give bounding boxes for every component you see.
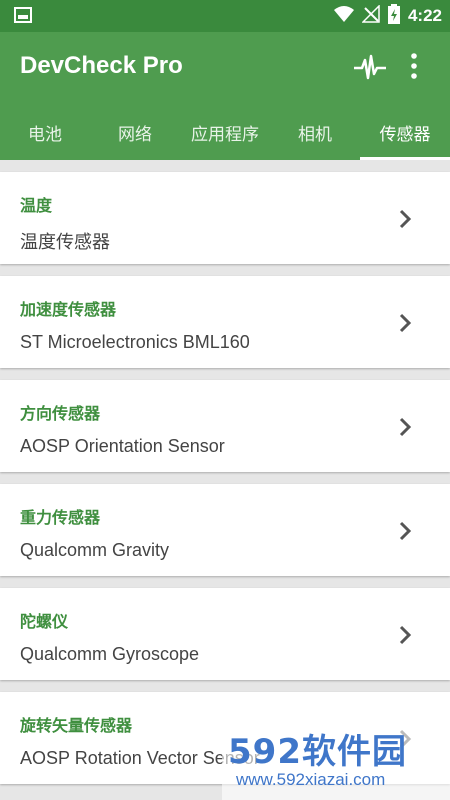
- chevron-right-icon: [398, 416, 412, 442]
- sensor-label: 重力传感器: [20, 508, 101, 527]
- sensor-card-accelerometer[interactable]: 加速度传感器 ST Microelectronics BML160: [0, 276, 450, 368]
- more-vert-icon[interactable]: [410, 52, 418, 84]
- sensor-value: ST Microelectronics BML160: [20, 332, 250, 352]
- sensor-card-gravity[interactable]: 重力传感器 Qualcomm Gravity: [0, 484, 450, 576]
- battery-charging-icon: [387, 4, 400, 28]
- tab-camera[interactable]: 相机: [270, 104, 360, 160]
- sensor-value: AOSP Orientation Sensor: [20, 436, 225, 456]
- sensor-card-gyroscope[interactable]: 陀螺仪 Qualcomm Gyroscope: [0, 588, 450, 680]
- sensor-list: 温度 温度传感器 加速度传感器 ST Microelectronics BML1…: [0, 160, 450, 784]
- chevron-right-icon: [398, 208, 412, 234]
- tab-bar: 电池 网络 应用程序 相机 传感器: [0, 104, 450, 160]
- sensor-card-orientation[interactable]: 方向传感器 AOSP Orientation Sensor: [0, 380, 450, 472]
- status-bar: 4:22: [0, 0, 450, 32]
- sensor-label: 加速度传感器: [20, 300, 117, 319]
- sensor-value: 温度传感器: [20, 232, 110, 252]
- status-time: 4:22: [407, 6, 442, 25]
- tab-battery[interactable]: 电池: [0, 104, 90, 160]
- wifi-icon: [333, 5, 354, 27]
- sensor-label: 旋转矢量传感器: [20, 716, 133, 735]
- tab-network[interactable]: 网络: [90, 104, 180, 160]
- watermark-brand: 592软件园: [228, 732, 407, 772]
- sensor-value: Qualcomm Gravity: [20, 540, 170, 560]
- watermark: 592软件园 www.592xiazai.com: [222, 718, 450, 800]
- tab-apps[interactable]: 应用程序: [180, 104, 270, 160]
- watermark-url: www.592xiazai.com: [236, 770, 386, 789]
- sensor-label: 陀螺仪: [20, 612, 69, 631]
- sensor-card-temperature[interactable]: 温度 温度传感器: [0, 172, 450, 264]
- chevron-right-icon: [398, 624, 412, 650]
- image-icon: [14, 7, 32, 27]
- chevron-right-icon: [398, 520, 412, 546]
- sensor-label: 方向传感器: [20, 404, 101, 423]
- app-title: DevCheck Pro: [20, 52, 183, 79]
- pulse-icon[interactable]: [354, 54, 386, 86]
- app-bar: DevCheck Pro: [0, 32, 450, 104]
- sensor-label: 温度: [20, 196, 53, 215]
- chevron-right-icon: [398, 312, 412, 338]
- sensor-value: Qualcomm Gyroscope: [20, 644, 200, 664]
- tab-sensors[interactable]: 传感器: [360, 104, 450, 160]
- no-signal-icon: [361, 4, 380, 27]
